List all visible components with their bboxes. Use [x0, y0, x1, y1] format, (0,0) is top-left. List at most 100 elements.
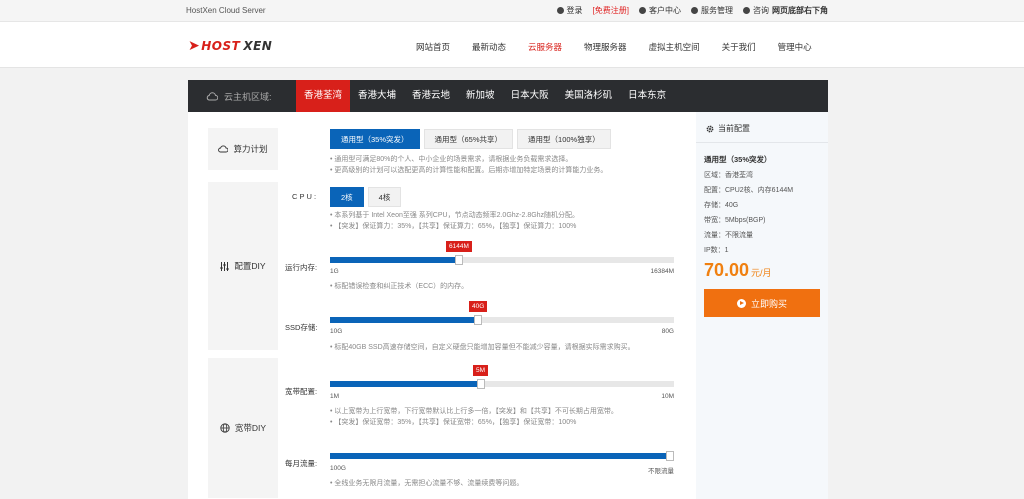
region-label-text: 云主机区域: — [224, 91, 272, 102]
summary-spec: 配置：CPU2核、内存6144M — [704, 187, 794, 194]
register-link[interactable]: [免费注册] — [593, 5, 629, 16]
traffic-slider[interactable] — [330, 451, 674, 461]
region-tab-singapore[interactable]: 新加坡 — [458, 80, 503, 112]
gear-icon — [691, 7, 698, 14]
main-header: ➤ HOST XEN 网站首页 最新动态 云服务器 物理服务器 虚拟主机空间 关于… — [0, 22, 1024, 68]
cpu-option-4core[interactable]: 4核 — [367, 187, 402, 207]
logo-swoosh-icon: ➤ — [188, 38, 201, 54]
consult-location: 网页底部右下角 — [772, 6, 828, 15]
traffic-slider-handle[interactable] — [666, 451, 674, 461]
cloud-icon — [218, 145, 229, 153]
customer-center-label: 客户中心 — [649, 6, 681, 15]
user-icon — [556, 7, 564, 14]
price-unit: 元/月 — [751, 268, 772, 278]
ssd-slider-fill — [330, 317, 478, 323]
bandwidth-min-tick: 1M — [330, 393, 340, 400]
summary-storage: 存储：40G — [704, 202, 739, 209]
cpu-description: • 本系列基于 Intel Xeon至强 系列CPU，节点动态频率2.0Ghz-… — [330, 211, 579, 232]
region-label: 云主机区域: — [188, 90, 296, 103]
site-logo[interactable]: ➤ HOST XEN — [188, 38, 272, 54]
region-tab-tsuen-wan[interactable]: 香港荃湾 — [296, 80, 351, 112]
cpu-desc-line: • 【突发】保证算力：35%，【共享】保证算力：65%，【独享】保证算力：100… — [330, 222, 577, 230]
summary-bandwidth: 带宽：5Mbps(BGP) — [704, 217, 766, 224]
plan-options: 通用型（35%突发） 通用型（65%共享） 通用型（100%独享） — [330, 129, 615, 149]
bandwidth-max-tick: 10M — [661, 393, 674, 400]
ram-slider[interactable]: 6144M — [330, 241, 674, 265]
traffic-description: • 全线业务无限月流量，无需担心流量不够、流量续费等问题。 — [330, 480, 524, 487]
plan-side-label: 算力计划 — [233, 144, 268, 154]
logo-prefix: HOST — [201, 39, 241, 53]
cpu-option-2core[interactable]: 2核 — [330, 187, 364, 207]
ram-value-tooltip: 6144M — [446, 241, 472, 252]
cpu-options: 2核 4核 — [330, 187, 405, 207]
nav-virtual-hosting[interactable]: 虚拟主机空间 — [649, 41, 700, 53]
nav-management[interactable]: 管理中心 — [778, 41, 812, 53]
nav-home[interactable]: 网站首页 — [416, 41, 450, 53]
ram-slider-fill — [330, 257, 459, 263]
nav-about[interactable]: 关于我们 — [722, 41, 756, 53]
main-nav: 网站首页 最新动态 云服务器 物理服务器 虚拟主机空间 关于我们 管理中心 — [416, 41, 834, 53]
play-circle-icon — [736, 298, 746, 308]
sliders-icon — [220, 261, 229, 271]
cpu-desc-line: • 本系列基于 Intel Xeon至强 系列CPU，节点动态频率2.0Ghz-… — [330, 212, 580, 219]
ram-max-tick: 16384M — [650, 268, 675, 275]
bandwidth-desc-line: • 【突发】保证宽带：35%，【共享】保证宽带：65%，【独享】保证宽带：100… — [330, 418, 577, 426]
bandwidth-side-label: 宽带DIY — [234, 423, 267, 433]
traffic-slider-fill — [330, 453, 674, 459]
bandwidth-label: 宽带配置: — [285, 387, 318, 396]
region-tab-tai-po[interactable]: 香港大埔 — [350, 80, 404, 112]
region-tab-tokyo[interactable]: 日本东京 — [620, 80, 674, 112]
ssd-description: • 标配40GB SSD高速存储空间，自定义硬盘只能增加容量但不能减少容量，请根… — [330, 344, 635, 351]
summary-traffic: 流量：不限流量 — [704, 232, 753, 239]
config-side-box: 配置DIY — [208, 182, 278, 350]
summary-region: 区域：香港荃湾 — [704, 172, 753, 179]
summary-heading: 当前配置 — [706, 123, 750, 134]
login-link[interactable]: 登录 — [556, 5, 583, 16]
bandwidth-desc-line: • 以上宽带为上行宽带，下行宽带默认比上行多一倍，【突发】和【共享】不可长期占用… — [330, 408, 618, 415]
config-side-label: 配置DIY — [234, 261, 266, 271]
ssd-label: SSD存储: — [285, 323, 318, 332]
nav-dedicated-server[interactable]: 物理服务器 — [584, 41, 627, 53]
plan-option-shared[interactable]: 通用型（65%共享） — [423, 129, 514, 149]
buy-now-button[interactable]: 立即购买 — [704, 289, 820, 317]
ssd-value-tooltip: 40G — [469, 301, 488, 312]
service-manage-link[interactable]: 服务管理 — [691, 5, 733, 16]
region-tab-osaka[interactable]: 日本大阪 — [503, 80, 557, 112]
summary-price: 70.00 元/月 — [704, 260, 772, 281]
order-summary: 当前配置 通用型（35%突发） 区域：香港荃湾 配置：CPU2核、内存6144M… — [696, 112, 828, 499]
bandwidth-slider[interactable]: 5M — [330, 365, 674, 389]
traffic-min-tick: 100G — [330, 465, 346, 472]
ssd-slider-handle[interactable] — [474, 315, 482, 325]
bandwidth-slider-handle[interactable] — [477, 379, 485, 389]
summary-plan: 通用型（35%突发） — [704, 155, 772, 164]
ram-description: • 标配错误检查和纠正技术（ECC）的内存。 — [330, 283, 469, 290]
plan-desc-line: • 通用型可满足80%的个人、中小企业的场景需求，请根据业务负载需求选择。 — [330, 156, 573, 163]
ram-slider-handle[interactable] — [455, 255, 463, 265]
logo-suffix: XEN — [243, 39, 273, 53]
region-tab-hk-cloud[interactable]: 香港云地 — [404, 80, 458, 112]
ssd-min-tick: 10G — [330, 328, 343, 335]
plan-description: • 通用型可满足80%的个人、中小企业的场景需求，请根据业务负载需求选择。 • … — [330, 155, 607, 176]
customer-center-link[interactable]: 客户中心 — [639, 5, 681, 16]
plan-option-burst[interactable]: 通用型（35%突发） — [330, 129, 420, 149]
summary-divider — [696, 142, 828, 143]
plan-desc-line: • 更高级别的计划可以选配更高的计算性能和配置。后期亦增加特定场景的计算能力业务… — [330, 166, 608, 174]
plan-option-dedicated[interactable]: 通用型（100%独享） — [517, 129, 611, 149]
bandwidth-side-box: 宽带DIY — [208, 358, 278, 498]
top-links: 登录 [免费注册] 客户中心 服务管理 咨询 网页底部右下角 — [556, 5, 828, 16]
ram-label: 运行内存: — [285, 263, 318, 272]
price-value: 70.00 — [704, 260, 750, 280]
service-manage-label: 服务管理 — [701, 6, 733, 15]
nav-cloud-server[interactable]: 云服务器 — [528, 41, 562, 53]
consult-link[interactable]: 咨询 网页底部右下角 — [743, 5, 828, 16]
ssd-slider[interactable]: 40G — [330, 301, 674, 325]
help-icon — [639, 7, 646, 14]
login-label: 登录 — [566, 6, 583, 15]
consult-label: 咨询 — [753, 6, 769, 15]
summary-ip-count: IP数：1 — [704, 247, 729, 254]
ram-min-tick: 1G — [330, 268, 339, 275]
bandwidth-slider-fill — [330, 381, 481, 387]
region-tab-los-angeles[interactable]: 美国洛杉矶 — [557, 80, 621, 112]
ssd-max-tick: 80G — [661, 328, 674, 335]
nav-news[interactable]: 最新动态 — [472, 41, 506, 53]
